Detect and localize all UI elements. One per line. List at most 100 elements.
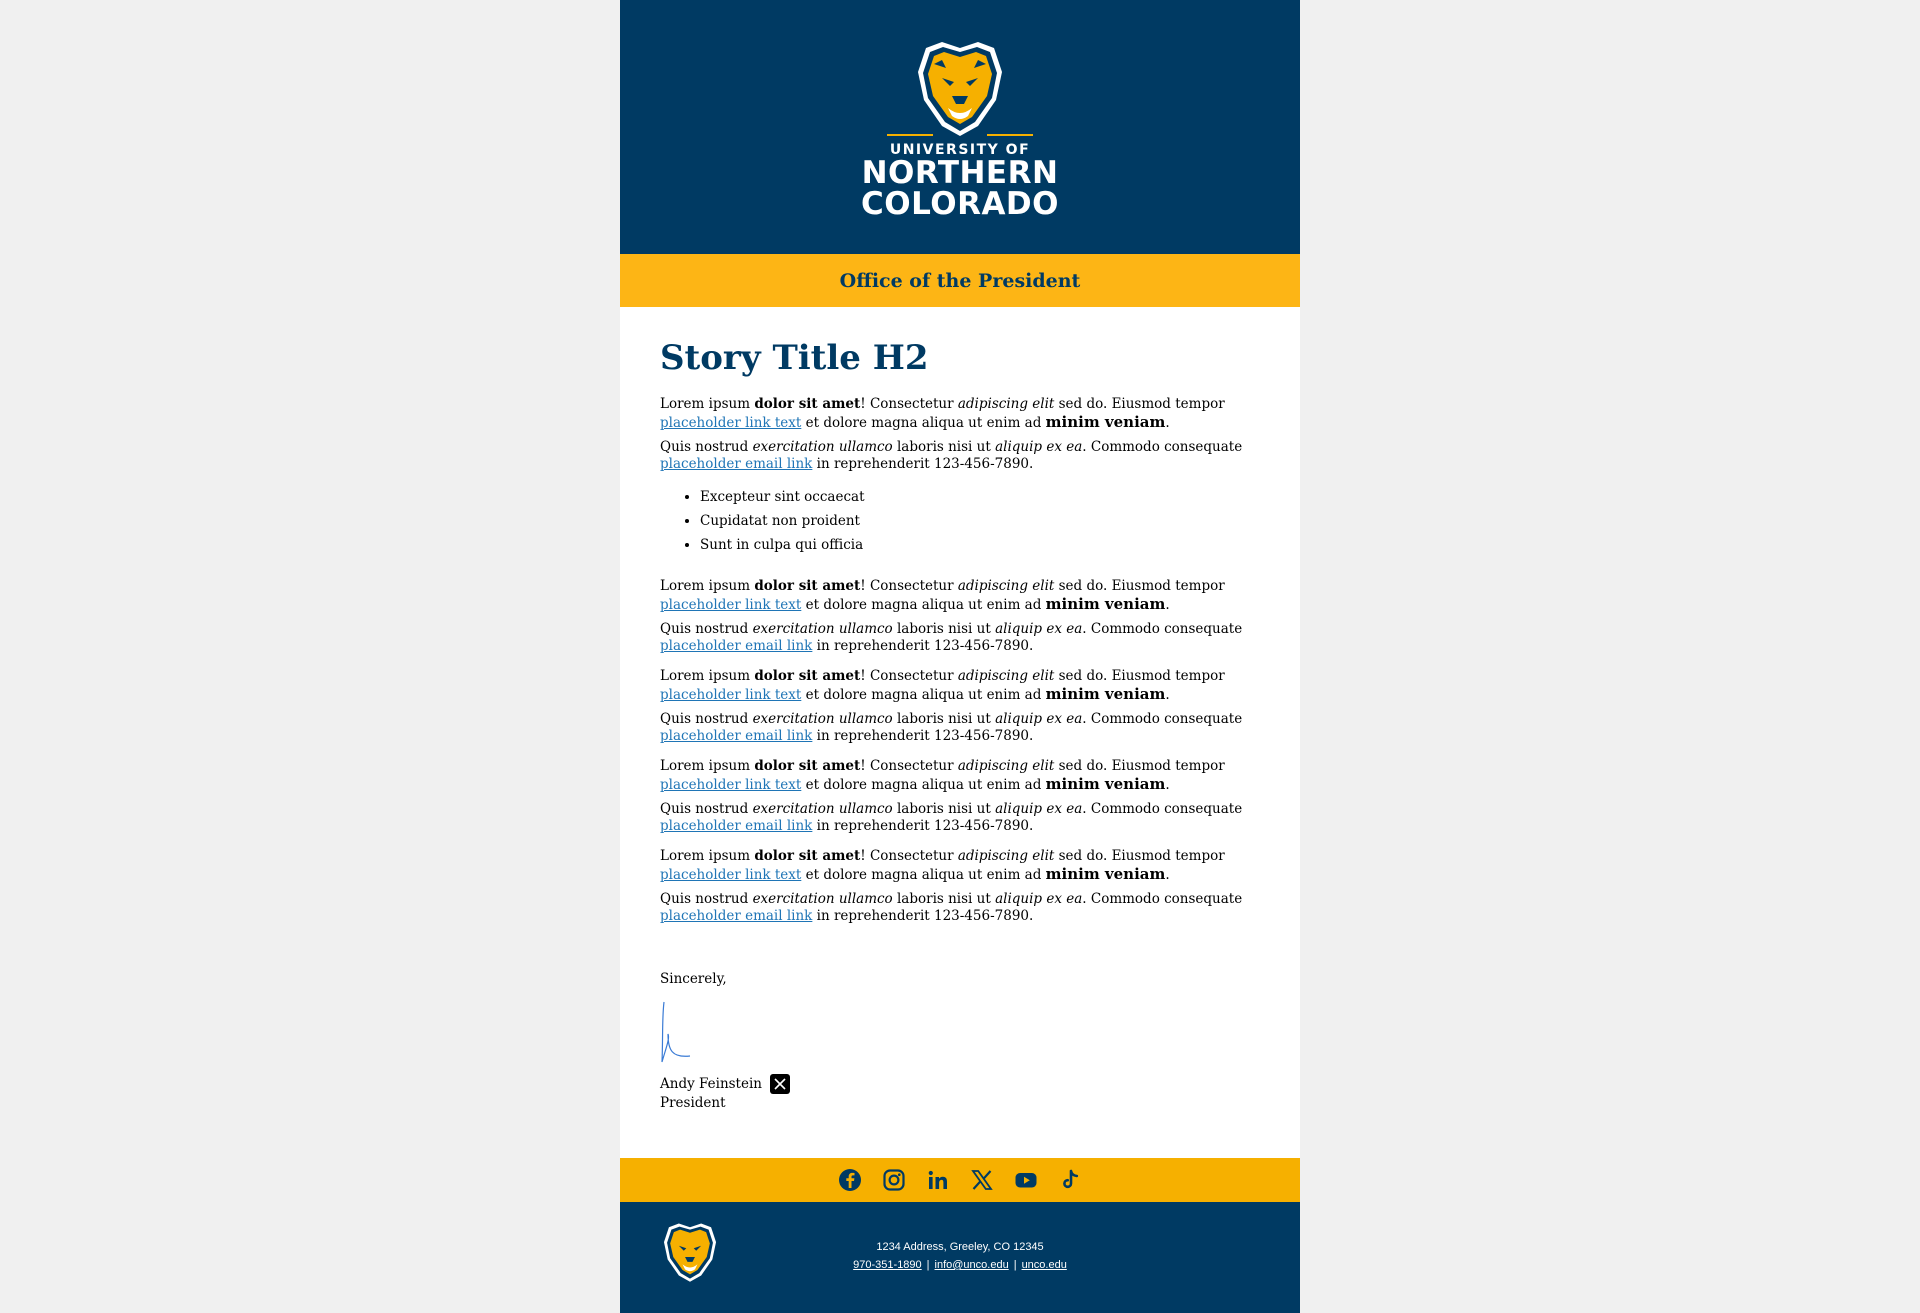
text: Quis nostrud [660, 890, 753, 907]
text: laboris nisi ut [892, 800, 996, 817]
text: Quis nostrud [660, 710, 753, 727]
tiktok-icon[interactable] [1057, 1167, 1083, 1193]
text: et dolore magna aliqua ut enim ad [801, 686, 1046, 703]
bold-text: dolor sit amet [754, 667, 861, 684]
placeholder-link[interactable]: placeholder link text [660, 597, 801, 613]
text: et dolore magna aliqua ut enim ad [801, 776, 1046, 793]
social-icons-bar [620, 1158, 1300, 1202]
bold-text: minim veniam [1045, 594, 1166, 613]
text: . [1165, 776, 1170, 793]
text: sed do. Eiusmod tempor [1054, 757, 1225, 774]
text: Lorem ipsum [660, 757, 755, 774]
text: in reprehenderit 123-456-7890. [812, 817, 1034, 834]
story-block: Lorem ipsum dolor sit amet! Consectetur … [660, 757, 1260, 835]
x-social-icon[interactable] [770, 1073, 790, 1094]
story-block: Lorem ipsum dolor sit amet! Consectetur … [660, 847, 1260, 925]
bold-text: minim veniam [1045, 412, 1166, 431]
text: . [1165, 414, 1170, 431]
text: et dolore magna aliqua ut enim ad [801, 866, 1046, 883]
text: . [1165, 686, 1170, 703]
placeholder-link[interactable]: placeholder link text [660, 415, 801, 431]
text: laboris nisi ut [892, 890, 996, 907]
paragraph-lorem: Lorem ipsum dolor sit amet! Consectetur … [660, 847, 1260, 884]
text: ! Consectetur [860, 395, 958, 412]
text: sed do. Eiusmod tempor [1054, 395, 1225, 412]
story-block: Lorem ipsum dolor sit amet! Consectetur … [660, 577, 1260, 655]
signature-image [661, 1001, 691, 1062]
closing-text: Sincerely, [660, 970, 727, 987]
text: sed do. Eiusmod tempor [1054, 847, 1225, 864]
placeholder-link[interactable]: placeholder link text [660, 867, 801, 883]
text: . [1165, 596, 1170, 613]
italic-text: adipiscing elit [957, 395, 1055, 412]
bold-text: dolor sit amet [754, 757, 861, 774]
footer-phone-link[interactable]: 970-351-1890 [853, 1259, 922, 1271]
text: ! Consectetur [860, 667, 958, 684]
story-block: Lorem ipsum dolor sit amet! Consectetur … [660, 667, 1260, 745]
italic-text: exercitation ullamco [752, 620, 893, 637]
text: laboris nisi ut [892, 620, 996, 637]
bold-text: minim veniam [1045, 684, 1166, 703]
linkedin-icon[interactable] [925, 1167, 951, 1193]
text: Lorem ipsum [660, 395, 755, 412]
placeholder-email-link[interactable]: placeholder email link [660, 456, 812, 472]
italic-text: exercitation ullamco [752, 800, 893, 817]
list-item: Cupidatat non proident [700, 509, 1260, 533]
placeholder-email-link[interactable]: placeholder email link [660, 728, 812, 744]
italic-text: aliquip ex ea [995, 890, 1083, 907]
placeholder-email-link[interactable]: placeholder email link [660, 818, 812, 834]
logo-text-northern: NORTHERN [861, 155, 1059, 191]
separator: | [1013, 1259, 1017, 1271]
italic-text: aliquip ex ea [995, 438, 1083, 455]
footer-site-link[interactable]: unco.edu [1022, 1259, 1067, 1271]
bold-text: minim veniam [1045, 864, 1166, 883]
italic-text: adipiscing elit [957, 667, 1055, 684]
bold-text: minim veniam [1045, 774, 1166, 793]
text: . [1165, 866, 1170, 883]
logo-text-colorado: COLORADO [860, 186, 1060, 222]
text: Quis nostrud [660, 620, 753, 637]
text: et dolore magna aliqua ut enim ad [801, 596, 1046, 613]
paragraph-quis: Quis nostrud exercitation ullamco labori… [660, 621, 1260, 655]
text: Lorem ipsum [660, 847, 755, 864]
bullet-list: Excepteur sint occaecat Cupidatat non pr… [660, 485, 1260, 557]
footer-links: 970-351-1890 | info@unco.edu | unco.edu [620, 1256, 1300, 1274]
text: . Commodo consequate [1082, 438, 1243, 455]
footer-email-link[interactable]: info@unco.edu [935, 1259, 1009, 1271]
italic-text: adipiscing elit [957, 847, 1055, 864]
text: in reprehenderit 123-456-7890. [812, 727, 1034, 744]
placeholder-email-link[interactable]: placeholder email link [660, 638, 812, 654]
signer-title: President [660, 1094, 726, 1111]
email-content: Story Title H2 Lorem ipsum dolor sit ame… [620, 307, 1300, 1112]
placeholder-link[interactable]: placeholder link text [660, 777, 801, 793]
text: . Commodo consequate [1082, 620, 1243, 637]
text: in reprehenderit 123-456-7890. [812, 907, 1034, 924]
youtube-icon[interactable] [1013, 1167, 1039, 1193]
signature-area: Sincerely, Andy Feinstein President [660, 970, 1260, 1112]
bold-text: dolor sit amet [754, 577, 861, 594]
text: Quis nostrud [660, 438, 753, 455]
footer-address: 1234 Address, Greeley, CO 12345 [876, 1241, 1044, 1253]
separator: | [926, 1259, 930, 1271]
text: laboris nisi ut [892, 438, 996, 455]
paragraph-quis: Quis nostrud exercitation ullamco labori… [660, 891, 1260, 925]
instagram-icon[interactable] [881, 1167, 907, 1193]
placeholder-email-link[interactable]: placeholder email link [660, 908, 812, 924]
text: . Commodo consequate [1082, 800, 1243, 817]
italic-text: aliquip ex ea [995, 710, 1083, 727]
logo-divider-lines [887, 134, 1033, 136]
text: . Commodo consequate [1082, 710, 1243, 727]
italic-text: adipiscing elit [957, 757, 1055, 774]
paragraph-quis: Quis nostrud exercitation ullamco labori… [660, 801, 1260, 835]
placeholder-link[interactable]: placeholder link text [660, 687, 801, 703]
paragraph-quis: Quis nostrud exercitation ullamco labori… [660, 439, 1260, 473]
email-footer: 1234 Address, Greeley, CO 12345 970-351-… [620, 1202, 1300, 1313]
paragraph-quis: Quis nostrud exercitation ullamco labori… [660, 711, 1260, 745]
text: laboris nisi ut [892, 710, 996, 727]
x-icon[interactable] [969, 1167, 995, 1193]
paragraph-lorem: Lorem ipsum dolor sit amet! Consectetur … [660, 667, 1260, 704]
paragraph-lorem: Lorem ipsum dolor sit amet! Consectetur … [660, 577, 1260, 614]
text: . Commodo consequate [1082, 890, 1243, 907]
text: Quis nostrud [660, 800, 753, 817]
facebook-icon[interactable] [837, 1167, 863, 1193]
